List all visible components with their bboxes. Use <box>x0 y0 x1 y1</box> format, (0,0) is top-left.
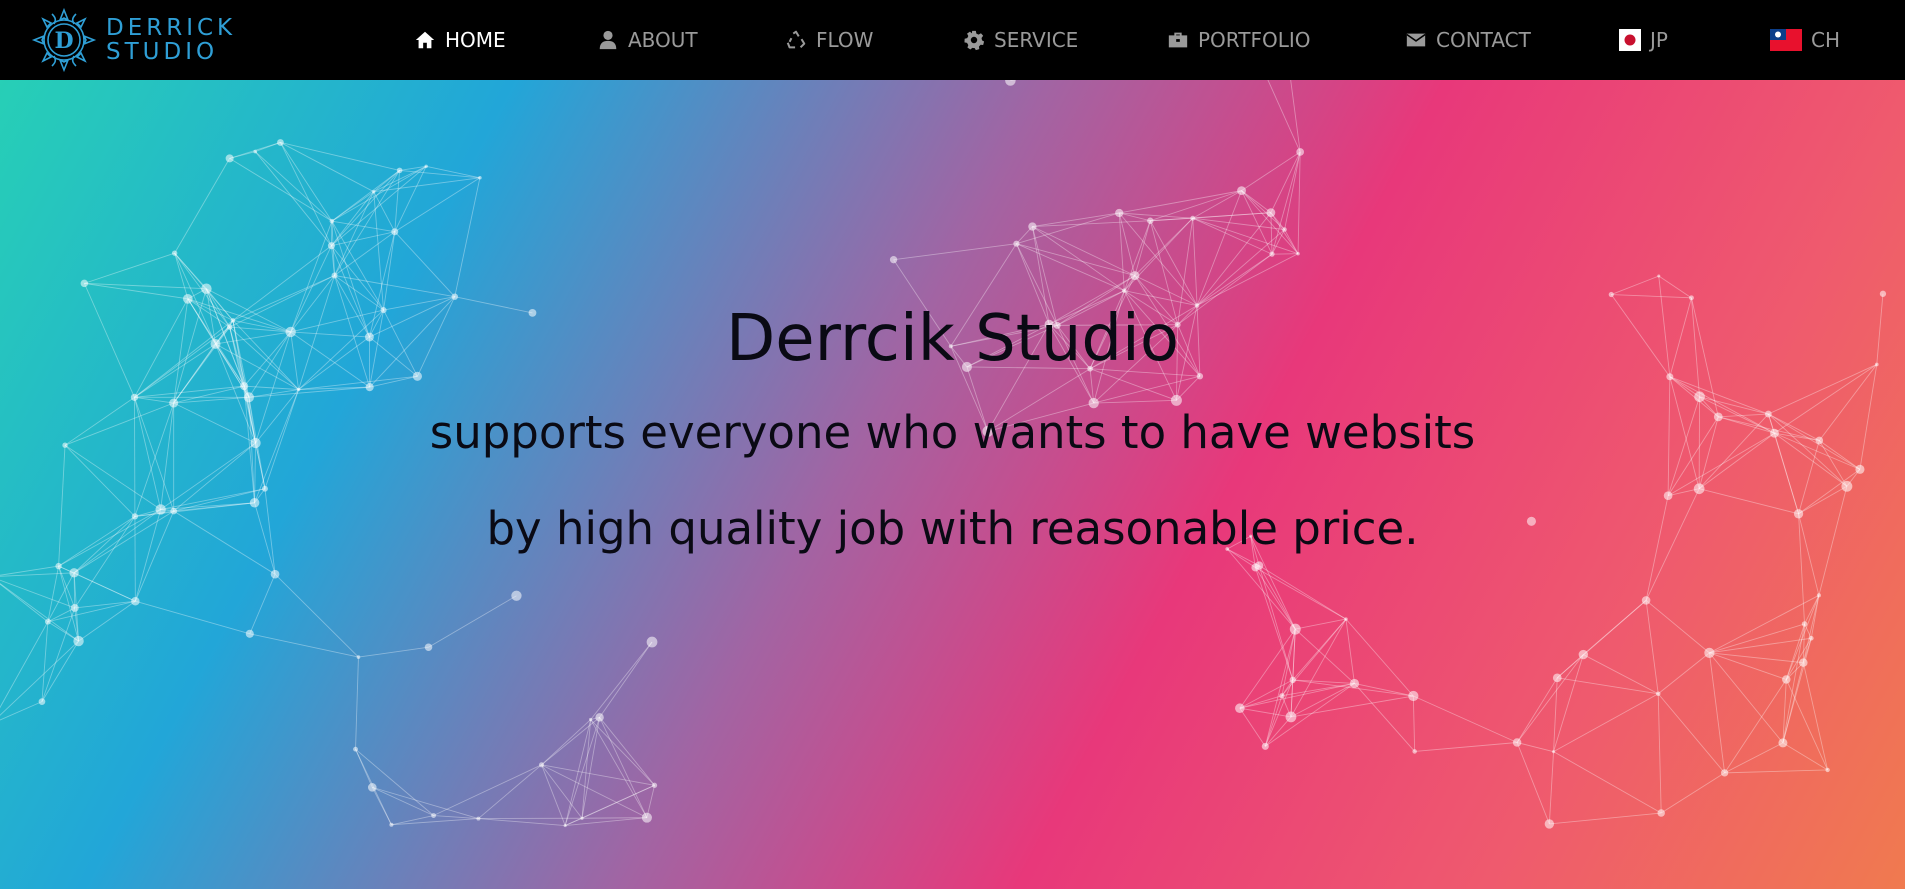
lang-jp[interactable]: JP <box>1619 0 1668 80</box>
nav-about-label: ABOUT <box>628 28 698 52</box>
nav-portfolio[interactable]: PORTFOLIO <box>1167 0 1311 80</box>
nav-service[interactable]: SERVICE <box>963 0 1078 80</box>
nav-contact-label: CONTACT <box>1436 28 1531 52</box>
hero-tagline-line1: supports everyone who wants to have webs… <box>429 406 1476 459</box>
nav-service-label: SERVICE <box>994 28 1079 52</box>
nav-flow[interactable]: FLOW <box>785 0 873 80</box>
nav-home[interactable]: HOME <box>414 0 506 80</box>
gear-icon <box>964 30 985 51</box>
lang-ch[interactable]: CH <box>1770 0 1840 80</box>
logo-emblem-icon: D <box>31 7 97 73</box>
brand-logo[interactable]: D DERRICK STUDIO <box>30 6 236 74</box>
nav-flow-label: FLOW <box>816 28 874 52</box>
nav-portfolio-label: PORTFOLIO <box>1198 28 1311 52</box>
briefcase-icon <box>1168 32 1188 48</box>
home-icon <box>415 31 435 49</box>
brand-name-line1: DERRICK <box>106 15 237 41</box>
logo-letter: D <box>54 28 73 54</box>
envelope-icon <box>1406 33 1426 47</box>
lang-jp-label: JP <box>1650 28 1668 52</box>
taiwan-flag-icon <box>1770 29 1802 51</box>
hero-section: Derrcik Studio supports everyone who wan… <box>0 80 1905 889</box>
network-background-graphic <box>0 80 1887 829</box>
lang-ch-label: CH <box>1811 28 1841 52</box>
recycle-icon <box>786 30 806 49</box>
brand-name-line2: STUDIO <box>106 39 219 65</box>
user-icon <box>599 30 617 50</box>
nav-contact[interactable]: CONTACT <box>1405 0 1531 80</box>
hero-title: Derrcik Studio <box>726 302 1179 376</box>
brand-name: DERRICK STUDIO <box>106 16 236 64</box>
japan-flag-icon <box>1619 29 1641 51</box>
top-navbar: D DERRICK STUDIO HOME ABOUT FLOW SERVICE… <box>0 0 1905 80</box>
nav-home-label: HOME <box>445 28 506 52</box>
nav-about[interactable]: ABOUT <box>597 0 698 80</box>
hero-tagline-line2: by high quality job with reasonable pric… <box>486 502 1419 555</box>
